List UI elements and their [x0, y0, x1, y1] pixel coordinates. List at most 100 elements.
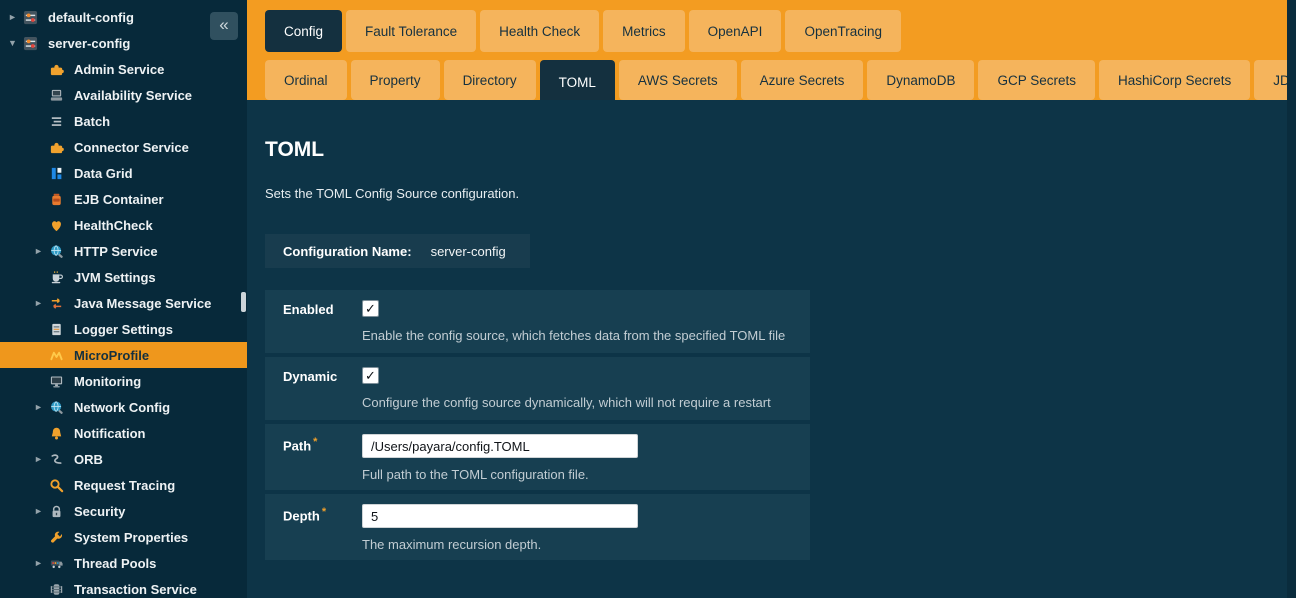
- sidebar-item-label: Transaction Service: [74, 582, 197, 597]
- globe-icon: [48, 399, 65, 416]
- sidebar-item-label: HTTP Service: [74, 244, 158, 259]
- sidebar-item-monitoring[interactable]: Monitoring: [0, 368, 247, 394]
- sidebar-item-connector-service[interactable]: Connector Service: [0, 134, 247, 160]
- tab-health-check[interactable]: Health Check: [480, 10, 599, 52]
- dynamic-help-text: Configure the config source dynamically,…: [362, 395, 810, 410]
- sidebar-item-label: HealthCheck: [74, 218, 153, 233]
- tab-metrics[interactable]: Metrics: [603, 10, 685, 52]
- sidebar-collapse-button[interactable]: «: [210, 12, 238, 40]
- page-title: TOML: [265, 138, 1287, 162]
- sidebar-item-label: default-config: [48, 10, 134, 25]
- sidebar-item-system-properties[interactable]: System Properties: [0, 524, 247, 550]
- sidebar-item-http-service[interactable]: ► HTTP Service: [0, 238, 247, 264]
- tab-config[interactable]: Config: [265, 10, 342, 52]
- sidebar-item-security[interactable]: ► Security: [0, 498, 247, 524]
- sidebar-item-label: Batch: [74, 114, 110, 129]
- batch-lines-icon: [48, 113, 65, 130]
- subtab-hashicorp-secrets[interactable]: HashiCorp Secrets: [1099, 60, 1250, 100]
- subtab-aws-secrets[interactable]: AWS Secrets: [619, 60, 737, 100]
- sidebar-item-transaction-service[interactable]: Transaction Service: [0, 576, 247, 598]
- configuration-name-box: Configuration Name: server-config: [265, 234, 530, 268]
- configuration-name-label: Configuration Name:: [283, 244, 412, 259]
- path-help-text: Full path to the TOML configuration file…: [362, 467, 810, 482]
- subtab-ordinal[interactable]: Ordinal: [265, 60, 347, 100]
- thread-pool-icon: [48, 555, 65, 572]
- expand-caret-icon[interactable]: ►: [34, 558, 48, 568]
- expand-caret-icon[interactable]: ►: [8, 12, 22, 22]
- sidebar-item-ejb-container[interactable]: EJB Container: [0, 186, 247, 212]
- subtab-directory[interactable]: Directory: [444, 60, 536, 100]
- main-content: TOML Sets the TOML Config Source configu…: [247, 100, 1287, 598]
- sidebar-item-label: Monitoring: [74, 374, 141, 389]
- sidebar-item-batch[interactable]: Batch: [0, 108, 247, 134]
- sidebar-item-label: Admin Service: [74, 62, 164, 77]
- puzzle-icon: [48, 139, 65, 156]
- path-label: Path*: [283, 434, 362, 482]
- magnifier-icon: [48, 477, 65, 494]
- expand-caret-icon[interactable]: ►: [34, 246, 48, 256]
- sidebar-item-network-config[interactable]: ► Network Config: [0, 394, 247, 420]
- coffee-icon: [48, 269, 65, 286]
- sidebar-item-label: Network Config: [74, 400, 170, 415]
- sidebar-item-notification[interactable]: Notification: [0, 420, 247, 446]
- tab-openapi[interactable]: OpenAPI: [689, 10, 782, 52]
- lock-icon: [48, 503, 65, 520]
- path-input[interactable]: [362, 434, 638, 458]
- sidebar-scrollbar-thumb[interactable]: [241, 292, 246, 312]
- depth-input[interactable]: [362, 504, 638, 528]
- expand-caret-icon[interactable]: ►: [34, 506, 48, 516]
- sidebar-item-label: JVM Settings: [74, 270, 156, 285]
- dynamic-checkbox[interactable]: ✓: [362, 367, 379, 384]
- depth-label: Depth*: [283, 504, 362, 552]
- sidebar-item-label: Security: [74, 504, 125, 519]
- sidebar-item-label: ORB: [74, 452, 103, 467]
- sidebar-item-admin-service[interactable]: Admin Service: [0, 56, 247, 82]
- expand-caret-icon[interactable]: ►: [34, 402, 48, 412]
- subtab-azure-secrets[interactable]: Azure Secrets: [741, 60, 864, 100]
- right-edge-strip: [1287, 0, 1296, 598]
- path-row: Path* Full path to the TOML configuratio…: [265, 424, 810, 490]
- sidebar-item-java-message-service[interactable]: ►Java Message Service: [0, 290, 247, 316]
- transaction-icon: [48, 581, 65, 598]
- subtab-property[interactable]: Property: [351, 60, 440, 100]
- sidebar-item-jvm-settings[interactable]: JVM Settings: [0, 264, 247, 290]
- collapse-caret-icon[interactable]: ▼: [8, 38, 22, 48]
- toml-form: Enabled ✓ Enable the config source, whic…: [265, 290, 810, 560]
- sidebar-item-label: server-config: [48, 36, 130, 51]
- expand-caret-icon[interactable]: ►: [34, 298, 48, 308]
- sidebar-item-label: Logger Settings: [74, 322, 173, 337]
- sidebar-item-logger-settings[interactable]: Logger Settings: [0, 316, 247, 342]
- subtab-dynamodb[interactable]: DynamoDB: [867, 60, 974, 100]
- sidebar-item-orb[interactable]: ► ORB: [0, 446, 247, 472]
- required-asterisk-icon: *: [322, 506, 326, 518]
- sidebar-item-microprofile[interactable]: MicroProfile: [0, 342, 247, 368]
- subtab-gcp-secrets[interactable]: GCP Secrets: [978, 60, 1095, 100]
- sidebar-item-thread-pools[interactable]: ►Thread Pools: [0, 550, 247, 576]
- sidebar-item-label: MicroProfile: [74, 348, 149, 363]
- jar-icon: [48, 191, 65, 208]
- subtab-toml[interactable]: TOML: [540, 60, 615, 105]
- tab-opentracing[interactable]: OpenTracing: [785, 10, 901, 52]
- data-grid-icon: [48, 165, 65, 182]
- server-icon: [48, 87, 65, 104]
- enabled-checkbox[interactable]: ✓: [362, 300, 379, 317]
- sidebar-item-healthcheck[interactable]: HealthCheck: [0, 212, 247, 238]
- sidebar-item-label: System Properties: [74, 530, 188, 545]
- expand-caret-icon[interactable]: ►: [34, 454, 48, 464]
- puzzle-icon: [48, 61, 65, 78]
- enabled-help-text: Enable the config source, which fetches …: [362, 328, 810, 343]
- globe-icon: [48, 243, 65, 260]
- heart-icon: [48, 217, 65, 234]
- sidebar-item-request-tracing[interactable]: Request Tracing: [0, 472, 247, 498]
- sidebar-item-data-grid[interactable]: Data Grid: [0, 160, 247, 186]
- message-arrows-icon: [48, 295, 65, 312]
- sub-tab-row: OrdinalPropertyDirectoryTOMLAWS SecretsA…: [265, 60, 1296, 105]
- sidebar-item-availability-service[interactable]: Availability Service: [0, 82, 247, 108]
- monitor-icon: [48, 373, 65, 390]
- enabled-row: Enabled ✓ Enable the config source, whic…: [265, 290, 810, 353]
- sidebar-item-label: Data Grid: [74, 166, 133, 181]
- log-file-icon: [48, 321, 65, 338]
- config-sliders-icon: [22, 35, 39, 52]
- tab-fault-tolerance[interactable]: Fault Tolerance: [346, 10, 476, 52]
- sidebar-item-label: Connector Service: [74, 140, 189, 155]
